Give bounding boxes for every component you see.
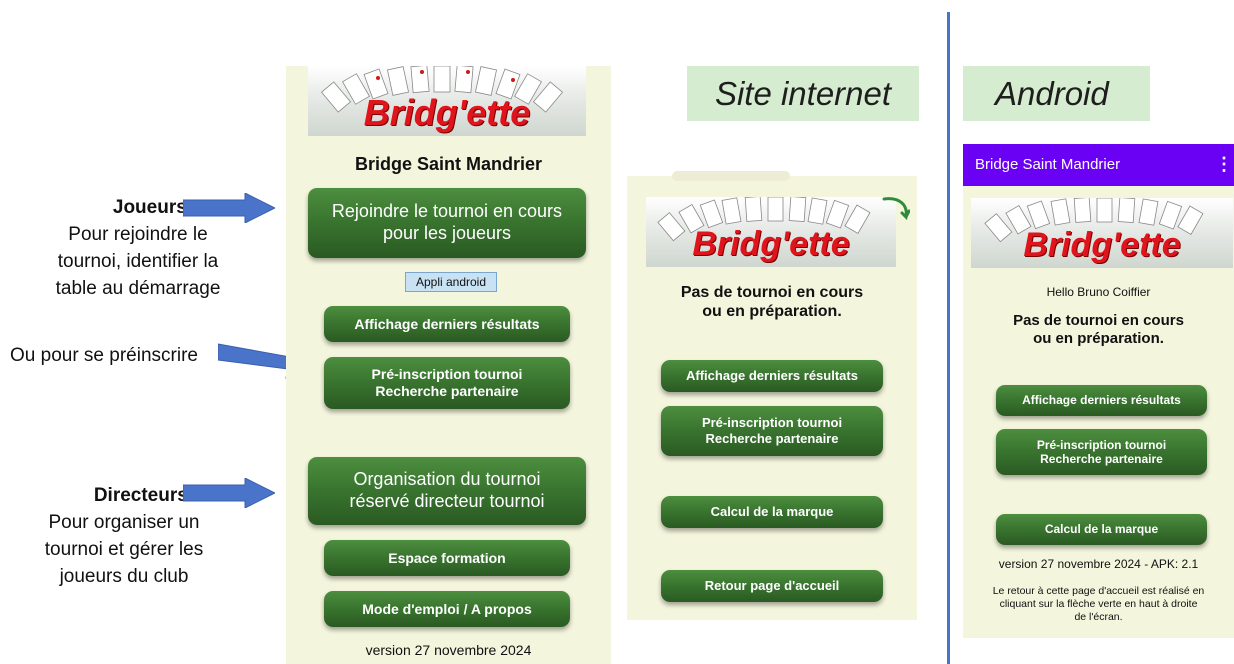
- preinscrire-annotation: Ou pour se préinscrire: [10, 345, 198, 366]
- join-tournament-button[interactable]: Rejoindre le tournoi en cours pour les j…: [308, 188, 586, 258]
- organisation-tournoi-button[interactable]: Organisation du tournoi réservé directeu…: [308, 457, 586, 525]
- android-status-text: Pas de tournoi en cours ou en préparatio…: [1013, 312, 1184, 347]
- bridgette-logo: Bridg'ette: [308, 66, 586, 136]
- android-app-link[interactable]: Appli android: [405, 272, 497, 292]
- version-text: version 27 novembre 2024: [365, 642, 532, 658]
- espace-formation-button[interactable]: Espace formation: [324, 540, 570, 576]
- joueurs-text: Pour rejoindre le tournoi, identifier la…: [55, 224, 221, 299]
- club-name: Bridge Saint Mandrier: [354, 154, 543, 174]
- bridgette-logo: Bridg'ette: [646, 197, 896, 267]
- web-latest-results-button[interactable]: Affichage derniers résultats: [661, 360, 883, 392]
- logo-wordmark: Bridg'ette: [692, 225, 850, 263]
- android-footer-note: Le retour à cette page d'accueil est réa…: [992, 585, 1205, 623]
- preinscription-button[interactable]: Pré-inscription tournoi Recherche parten…: [324, 357, 570, 409]
- bridgette-logo: Bridg'ette: [971, 198, 1233, 268]
- latest-results-button[interactable]: Affichage derniers résultats: [324, 306, 570, 342]
- android-greeting: Hello Bruno Coiffier: [1046, 285, 1151, 299]
- web-calcul-marque-button[interactable]: Calcul de la marque: [661, 496, 883, 528]
- android-label: Android: [963, 66, 1150, 121]
- web-top-tab: [672, 171, 790, 181]
- logo-wordmark: Bridg'ette: [1023, 226, 1181, 264]
- logo-wordmark: Bridg'ette: [363, 92, 531, 133]
- web-status-text: Pas de tournoi en cours ou en préparatio…: [680, 284, 864, 320]
- arrow-right-icon: [183, 478, 275, 508]
- android-calcul-marque-button[interactable]: Calcul de la marque: [996, 514, 1207, 545]
- mode-emploi-button[interactable]: Mode d'emploi / A propos: [324, 591, 570, 627]
- web-retour-accueil-button[interactable]: Retour page d'accueil: [661, 570, 883, 602]
- arrow-right-icon: [183, 193, 275, 223]
- web-preinscription-button[interactable]: Pré-inscription tournoi Recherche parten…: [661, 406, 883, 456]
- app-bar-title: Bridge Saint Mandrier: [975, 156, 1121, 173]
- overflow-menu-icon[interactable]: ⋮: [1215, 154, 1233, 175]
- return-arrow-icon[interactable]: [880, 195, 910, 225]
- android-app-bar: Bridge Saint Mandrier ⋮: [963, 144, 1234, 186]
- android-latest-results-button[interactable]: Affichage derniers résultats: [996, 385, 1207, 416]
- divider-line: [947, 12, 950, 664]
- web-label: Site internet: [687, 66, 919, 121]
- directeurs-text: Pour organiser un tournoi et gérer les j…: [44, 512, 204, 587]
- android-version-text: version 27 novembre 2024 - APK: 2.1: [998, 557, 1199, 571]
- android-preinscription-button[interactable]: Pré-inscription tournoi Recherche parten…: [996, 429, 1207, 475]
